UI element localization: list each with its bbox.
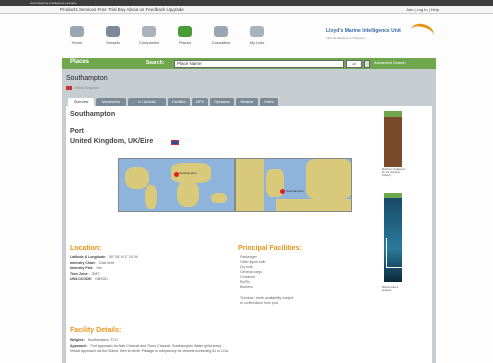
map-land xyxy=(276,199,351,211)
tab-item[interactable]: In / Arrivals xyxy=(128,98,166,106)
location-value: GBSOU xyxy=(95,277,108,281)
facility-note: to confirmation from port xyxy=(240,301,278,305)
logo-swoosh-icon xyxy=(408,21,436,45)
detail-key: Weights: xyxy=(70,338,85,342)
nav-label: Casualties xyxy=(211,40,231,45)
detail-text: Vessel approach via the Solent, then to … xyxy=(70,349,229,353)
nav-item[interactable]: Companies xyxy=(132,26,166,50)
globe-icon xyxy=(178,26,192,37)
map-land xyxy=(306,159,351,199)
location-key: Time Zone: xyxy=(70,271,89,276)
map-label: Southampton xyxy=(179,171,197,175)
location-key: Latitude & Longitude: xyxy=(70,255,107,259)
ship-icon xyxy=(106,26,120,37)
map-land xyxy=(236,159,264,211)
tab-item[interactable]: ISPS xyxy=(192,98,208,106)
page: www.shipping-intelligence.example Produc… xyxy=(0,0,493,363)
tab-item[interactable]: Facilities xyxy=(168,98,190,106)
list-icon xyxy=(250,26,264,37)
nav-label: Places xyxy=(178,40,191,45)
ad-image[interactable] xyxy=(384,117,402,167)
location-value: 50° 54' N 1° 24' W xyxy=(109,255,138,259)
nav-item[interactable]: Vessels xyxy=(96,26,130,50)
regional-map[interactable]: Southampton xyxy=(235,158,352,212)
page-title: Southampton xyxy=(66,75,108,82)
tab-item[interactable]: Weather xyxy=(236,98,258,106)
section-label: Places xyxy=(70,59,90,65)
home-icon xyxy=(70,26,84,37)
location-key: Intensity Chart: xyxy=(70,260,96,265)
panel-title: Southampton xyxy=(70,111,116,118)
tab-item[interactable]: Movements xyxy=(96,98,126,106)
facilities-heading: Principal Facilities: xyxy=(238,245,302,252)
advanced-search-link[interactable]: Advanced Search xyxy=(374,60,406,65)
nav-item[interactable]: My Lists xyxy=(240,26,274,50)
tab-item[interactable]: Overview xyxy=(68,98,94,106)
ad-chart-graphic xyxy=(386,238,402,268)
nav-item[interactable]: Casualties xyxy=(204,26,238,50)
nav-item[interactable]: Places xyxy=(168,26,202,50)
nav-label: My Lists xyxy=(249,40,265,45)
location-key: UN/LOCODE: xyxy=(70,277,93,281)
world-map[interactable]: Southampton xyxy=(118,158,235,212)
location-value: Yes xyxy=(96,266,102,270)
country-link[interactable]: United Kingdom xyxy=(74,86,99,90)
tab-item[interactable]: Notes xyxy=(260,98,278,106)
map-label: Southampton xyxy=(286,189,304,193)
location-heading: Location: xyxy=(70,245,102,252)
place-type: Port xyxy=(70,128,84,135)
detail-key: Approach: xyxy=(70,343,88,348)
map-land xyxy=(145,185,157,209)
search-label: Search: xyxy=(146,60,165,66)
account-links[interactable]: Join | Log in | Help xyxy=(406,7,439,12)
detail-value: Southampton, TCO xyxy=(87,338,118,342)
warning-icon xyxy=(214,26,228,37)
building-icon xyxy=(142,26,156,37)
top-links[interactable]: Products Services Free Trial Buy About u… xyxy=(60,7,184,12)
ad-text[interactable]: Maritime intelligence for the shipping i… xyxy=(382,168,406,177)
facility-details-heading: Facility Details: xyxy=(70,327,122,334)
search-go-button[interactable] xyxy=(364,59,370,68)
uk-flag-icon xyxy=(171,140,179,145)
top-links-bar: Products Services Free Trial Buy About u… xyxy=(0,6,493,14)
map-land xyxy=(125,167,149,189)
nav-label: Companies xyxy=(138,40,160,45)
location-key: Intensity Plot: xyxy=(70,266,94,270)
nav-label: Vessels xyxy=(106,40,120,45)
flag-icon xyxy=(66,86,72,90)
location-pin-icon xyxy=(280,189,285,194)
place-country: United Kingdom, UK/Eire xyxy=(70,138,154,145)
detail-value: Port approach via Nab Channel and Thorn … xyxy=(90,343,221,348)
main-nav: Home Vessels Companies Places Casualties My L… xyxy=(60,26,280,50)
map-land xyxy=(211,193,227,203)
search-bar: Places Search: All Advanced Search xyxy=(62,58,436,69)
search-scope-select[interactable]: All xyxy=(346,59,362,68)
nav-item[interactable]: Home xyxy=(60,26,94,50)
location-value: GMT xyxy=(91,271,100,276)
ad-caption[interactable]: Market data & analysis xyxy=(382,286,406,292)
brand-logo[interactable]: Lloyd's Marine Intelligence Unit Informa… xyxy=(326,21,436,46)
location-row: UN/LOCODE: GBSOU xyxy=(70,277,108,283)
tab-item[interactable]: Operators xyxy=(210,98,234,106)
nav-label: Home xyxy=(71,40,83,45)
map-land xyxy=(177,181,199,207)
location-value[interactable]: Click here xyxy=(99,261,115,265)
search-input[interactable] xyxy=(174,59,344,68)
facility-item: Bunkers xyxy=(240,285,253,289)
